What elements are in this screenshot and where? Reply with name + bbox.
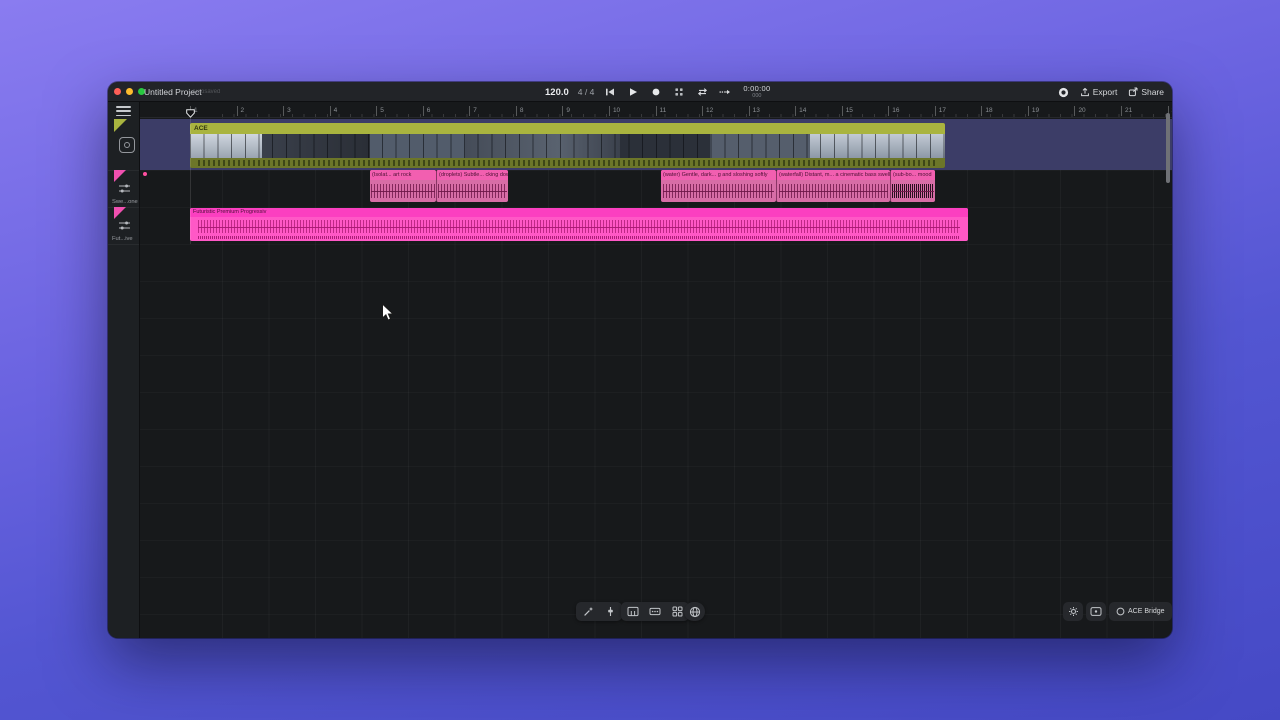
video-track-color-tag [114,119,127,132]
time-value: 0:00:00 [743,85,770,93]
audio-waveform [198,220,960,233]
timeline-ruler[interactable]: 12345678910111213141516171819202122 [140,102,1172,118]
track-divider [108,244,139,245]
window-controls [114,88,145,95]
audio-clip-label: Futuristic Premium Progressiv [190,208,968,217]
minimize-window-button[interactable] [126,88,133,95]
record-icon[interactable] [649,85,663,99]
play-icon[interactable] [626,85,640,99]
display-button[interactable] [1086,602,1106,621]
export-label: Export [1093,87,1118,97]
autoscroll-icon[interactable] [718,85,732,99]
grid-icon[interactable] [672,85,686,99]
audio-clip[interactable]: (Isolat... art rock [370,170,436,202]
video-clip-label: ACE [190,123,945,134]
share-label: Share [1141,87,1164,97]
time-sub-value: 000 [752,94,761,100]
pads-icon[interactable] [671,606,683,618]
menu-icon[interactable] [116,106,131,116]
playhead-marker[interactable] [186,109,195,118]
audio-sliders-icon[interactable] [118,220,131,231]
titlebar-actions: Export Share [1058,82,1164,102]
audio-clip[interactable]: (droplets) Subtle... cking down glass [436,170,508,202]
time-signature[interactable]: 4 / 4 [578,87,595,97]
skip-start-icon[interactable] [603,85,617,99]
audio-waveform [779,184,888,198]
browser-tool-group [684,602,705,621]
audio-waveform [438,184,506,198]
instrument-tools-group [621,602,689,621]
vertical-scrollbar[interactable] [1166,113,1170,183]
audio-clip-label: (sub-bo... mood [891,170,935,180]
ace-bridge-button[interactable]: ACE Bridge [1109,602,1172,621]
track-label[interactable]: Swe...one [112,199,139,205]
audio-track-color-tag [114,207,126,219]
playhead-line [190,118,191,244]
globe-icon[interactable] [689,606,701,618]
account-icon[interactable] [1058,87,1069,98]
titlebar: Untitled Project Autosaved 120.0 4 / 4 [108,82,1172,102]
audio-waveform [663,184,773,198]
fader-icon[interactable] [604,606,616,618]
audio-clip[interactable]: (sub-bo... mood [890,170,935,202]
bottom-right-controls: ACE Bridge [1063,602,1172,621]
autosave-status: Autosaved [192,89,220,95]
video-track-icon[interactable] [119,137,135,153]
ruler-minor-ticks [222,114,1172,117]
transport-bar: 120.0 4 / 4 0:00:00 000 [545,82,770,102]
audio-clip-label: (water) Gentle, dark... g and sloshing s… [661,170,776,180]
app-window: Untitled Project Autosaved 120.0 4 / 4 [108,82,1172,638]
track2-record-dot [143,172,147,176]
settings-button[interactable] [1063,602,1083,621]
ace-bridge-label: ACE Bridge [1128,608,1165,615]
audio-waveform [198,236,960,239]
audio-clip[interactable]: (water) Gentle, dark... g and sloshing s… [661,170,776,202]
audio-clip-label: (waterfall) Distant, m... a cinematic ba… [777,170,890,180]
audio-waveform [892,184,934,198]
midi-keyboard-icon[interactable] [649,606,661,618]
desktop: { "window": { "title": "Untitled Project… [0,0,1280,720]
main-area: 12345678910111213141516171819202122 ACE … [108,102,1172,638]
close-window-button[interactable] [114,88,121,95]
piano-icon[interactable] [627,606,639,618]
audio-track-color-tag [114,170,126,182]
bpm-value[interactable]: 120.0 [545,87,569,98]
audio-sliders-icon[interactable] [118,183,131,194]
audio-clip[interactable]: Futuristic Premium Progressiv [190,208,968,241]
track-header-sidebar: Swe...one Fut...ive [108,102,140,638]
track-label[interactable]: Fut...ive [112,236,139,242]
loop-icon[interactable] [695,85,709,99]
audio-clip[interactable]: (waterfall) Distant, m... a cinematic ba… [776,170,890,202]
video-clip[interactable]: ACE [190,123,945,168]
wand-icon[interactable] [582,606,594,618]
audio-clip-label: (droplets) Subtle... cking down glass [437,170,508,180]
time-display[interactable]: 0:00:00 000 [743,85,770,99]
audio-clip-label: (Isolat... art rock [370,170,436,180]
video-clip-waveform [190,158,945,168]
share-button[interactable]: Share [1128,87,1164,97]
export-button[interactable]: Export [1080,87,1118,97]
video-filmstrip [190,134,945,158]
edit-tools-group [576,602,622,621]
audio-waveform [371,184,434,198]
